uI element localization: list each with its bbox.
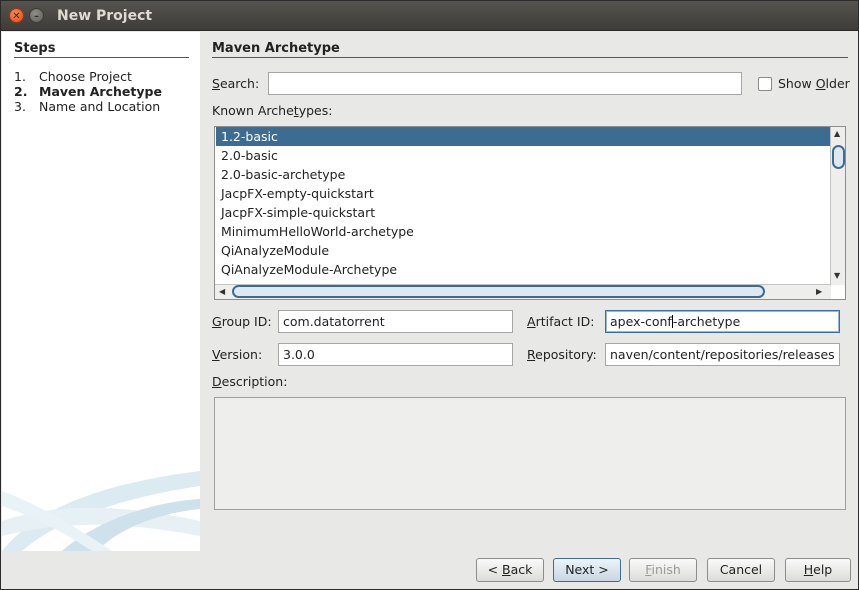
back-button-rest: ack — [510, 562, 533, 577]
known-archetypes-label: Known Archetypes: — [212, 103, 332, 118]
archetype-item-2-0-basic-archetype[interactable]: 2.0-basic-archetype — [216, 165, 831, 184]
step-number: 1. — [14, 69, 26, 84]
finish-button-rest: inish — [651, 562, 681, 577]
vertical-scroll-thumb[interactable] — [832, 145, 845, 169]
step-label: Choose Project — [39, 69, 132, 84]
repository-label-text: epository: — [535, 347, 597, 362]
archetype-list[interactable]: 1.2-basic 2.0-basic 2.0-basic-archetype … — [214, 126, 846, 300]
section-divider — [212, 57, 848, 58]
scroll-right-icon[interactable]: ▶ — [816, 287, 822, 297]
archetype-item-qianalyzemodule[interactable]: QiAnalyzeModule — [216, 241, 831, 260]
search-label-mnemonic: S — [212, 76, 220, 91]
steps-divider — [14, 57, 189, 58]
version-label: Version: — [212, 347, 262, 362]
group-id-mnemonic: G — [212, 314, 222, 329]
archetype-item-2-0-basic[interactable]: 2.0-basic — [216, 146, 831, 165]
description-label: Description: — [212, 374, 287, 389]
description-label-text: escription: — [221, 374, 288, 389]
step-number: 3. — [14, 99, 26, 114]
step-maven-archetype: 2. Maven Archetype — [14, 84, 162, 99]
show-older-label-rest: lder — [825, 76, 850, 91]
known-label-pre: Known Arche — [212, 103, 294, 118]
steps-panel: Steps 1. Choose Project 2. Maven Archetype… — [2, 32, 200, 551]
show-older-mnemonic: O — [815, 76, 826, 91]
step-name-and-location: 3. Name and Location — [14, 99, 160, 114]
show-older-label[interactable]: Show Older — [778, 76, 850, 91]
artifact-id-value-end: -archetype — [672, 314, 741, 329]
artifact-id-value-start: apex-conf — [610, 314, 672, 329]
minimize-icon[interactable]: – — [29, 8, 44, 23]
archetype-list-vertical-scrollbar[interactable]: ▲ ▼ — [830, 127, 845, 285]
search-label: Search: — [212, 76, 259, 91]
back-button[interactable]: < Back — [476, 558, 544, 582]
close-icon[interactable]: ✕ — [9, 8, 24, 23]
wizard-decoration-graphic — [2, 471, 200, 551]
version-field[interactable]: 3.0.0 — [278, 343, 513, 366]
archetype-list-horizontal-scrollbar[interactable]: ◀ ▶ — [215, 284, 831, 299]
scroll-up-icon[interactable]: ▲ — [834, 129, 840, 139]
archetype-item-jacpfx-empty-quickstart[interactable]: JacpFX-empty-quickstart — [216, 184, 831, 203]
description-area[interactable] — [214, 397, 846, 510]
help-button-rest: elp — [813, 562, 833, 577]
description-mnemonic: D — [212, 374, 222, 389]
finish-button[interactable]: Finish — [629, 558, 697, 582]
step-label: Name and Location — [39, 99, 161, 114]
archetype-item-qianalyzemodule-archetype[interactable]: QiAnalyzeModule-Archetype — [216, 260, 831, 279]
show-older-checkbox[interactable] — [758, 77, 772, 91]
step-label: Maven Archetype — [39, 84, 162, 99]
back-button-pre: < — [487, 562, 503, 577]
artifact-id-mnemonic: A — [527, 314, 536, 329]
archetype-item-minimumhelloworld-archetype[interactable]: MinimumHelloWorld-archetype — [216, 222, 831, 241]
horizontal-scroll-thumb[interactable] — [232, 285, 765, 298]
group-id-label-text: roup ID: — [221, 314, 272, 329]
archetype-item-1-2-basic[interactable]: 1.2-basic — [216, 127, 831, 146]
known-label-rest: ypes: — [298, 103, 333, 118]
steps-heading: Steps — [14, 41, 56, 56]
repository-label: Repository: — [527, 347, 597, 362]
artifact-id-label: Artifact ID: — [527, 314, 594, 329]
group-id-field[interactable]: com.datatorrent — [278, 310, 513, 333]
title-bar[interactable]: ✕ – New Project — [1, 1, 858, 31]
step-number: 2. — [14, 84, 28, 99]
scroll-down-icon[interactable]: ▼ — [834, 271, 840, 281]
version-mnemonic: V — [212, 347, 220, 362]
show-older-label-pre: Show — [778, 76, 816, 91]
window-title: New Project — [57, 8, 153, 24]
version-label-text: ersion: — [219, 347, 263, 362]
archetype-item-jacpfx-simple-quickstart[interactable]: JacpFX-simple-quickstart — [216, 203, 831, 222]
repository-field[interactable]: naven/content/repositories/releases — [605, 343, 840, 366]
next-button[interactable]: Next > — [553, 558, 621, 582]
group-id-label: Group ID: — [212, 314, 272, 329]
new-project-dialog: ✕ – New Project Steps 1. Choose Project 2… — [0, 0, 859, 590]
search-input[interactable] — [268, 72, 742, 95]
back-button-mnemonic: B — [502, 562, 511, 577]
artifact-id-label-text: rtifact ID: — [535, 314, 595, 329]
search-label-text: earch: — [219, 76, 260, 91]
cancel-button[interactable]: Cancel — [707, 558, 775, 582]
help-button[interactable]: Help — [785, 558, 851, 582]
artifact-id-field[interactable]: apex-conf-archetype — [605, 310, 840, 333]
section-heading: Maven Archetype — [212, 41, 340, 56]
step-choose-project: 1. Choose Project — [14, 69, 132, 84]
scroll-left-icon[interactable]: ◀ — [219, 287, 225, 297]
help-button-mnemonic: H — [803, 562, 814, 577]
repository-mnemonic: R — [527, 347, 536, 362]
